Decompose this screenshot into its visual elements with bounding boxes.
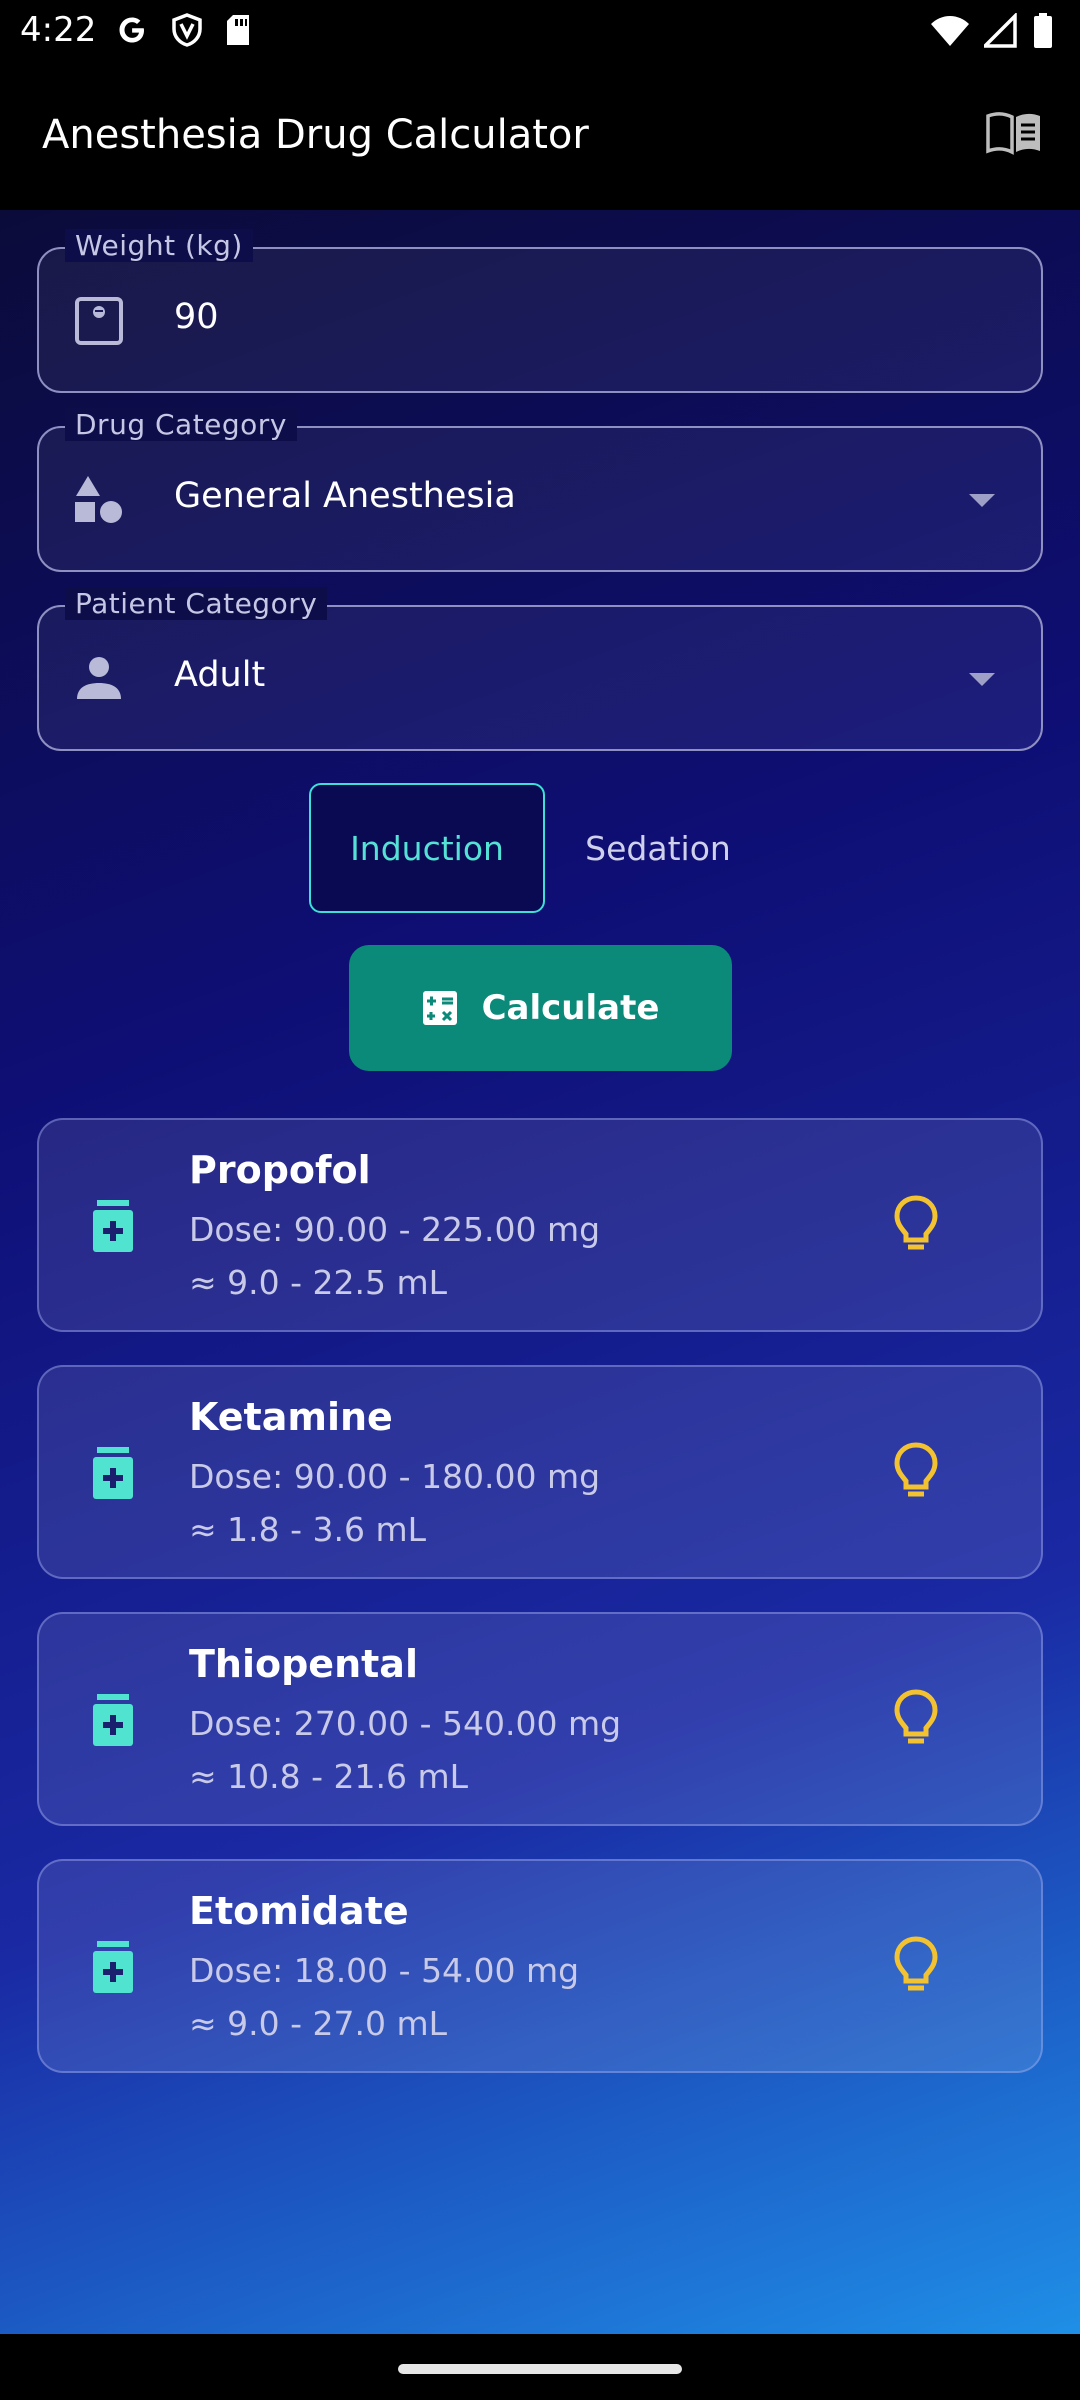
chevron-down-icon	[969, 673, 995, 686]
lightbulb-icon[interactable]	[892, 1688, 940, 1748]
tab-sedation[interactable]: Sedation	[560, 783, 756, 913]
medication-icon	[93, 1200, 133, 1252]
drug-name: Etomidate	[189, 1889, 409, 1933]
drug-volume: ≈ 9.0 - 22.5 mL	[189, 1263, 448, 1302]
drug-category-dropdown[interactable]: Drug Category General Anesthesia	[37, 408, 1043, 572]
calculate-icon	[422, 991, 457, 1025]
main-content: Weight (kg) 90 Drug Category General Ane…	[0, 210, 1080, 2334]
drug-name: Propofol	[189, 1148, 371, 1192]
lightbulb-icon[interactable]	[892, 1441, 940, 1501]
drug-volume: ≈ 10.8 - 21.6 mL	[189, 1757, 469, 1796]
drug-volume: ≈ 9.0 - 27.0 mL	[189, 2004, 448, 2043]
drug-dose: Dose: 90.00 - 225.00 mg	[189, 1210, 601, 1249]
weight-field-label: Weight (kg)	[65, 229, 253, 262]
drug-card-propofol[interactable]: Propofol Dose: 90.00 - 225.00 mg ≈ 9.0 -…	[37, 1118, 1043, 1332]
drug-card-ketamine[interactable]: Ketamine Dose: 90.00 - 180.00 mg ≈ 1.8 -…	[37, 1365, 1043, 1579]
patient-category-dropdown[interactable]: Patient Category Adult	[37, 587, 1043, 751]
lightbulb-icon[interactable]	[892, 1194, 940, 1254]
shield-icon	[172, 13, 202, 47]
drug-category-label: Drug Category	[65, 408, 297, 441]
calculate-button-label: Calculate	[481, 988, 660, 1028]
weight-value: 90	[174, 297, 219, 337]
chevron-down-icon	[969, 494, 995, 507]
medication-icon	[93, 1694, 133, 1746]
drug-dose: Dose: 18.00 - 54.00 mg	[189, 1951, 580, 1990]
drug-card-etomidate[interactable]: Etomidate Dose: 18.00 - 54.00 mg ≈ 9.0 -…	[37, 1859, 1043, 2073]
tab-induction[interactable]: Induction	[309, 783, 545, 913]
drug-volume: ≈ 1.8 - 3.6 mL	[189, 1510, 427, 1549]
status-left-icons	[114, 12, 252, 48]
drug-dose: Dose: 270.00 - 540.00 mg	[189, 1704, 622, 1743]
category-icon	[75, 476, 122, 523]
drug-category-value: General Anesthesia	[174, 476, 516, 516]
patient-category-label: Patient Category	[65, 587, 328, 620]
book-icon[interactable]	[984, 108, 1044, 158]
sd-card-icon	[227, 15, 249, 45]
app-bar: Anesthesia Drug Calculator	[0, 64, 1080, 210]
app-title: Anesthesia Drug Calculator	[42, 112, 589, 158]
home-gesture-handle[interactable]	[398, 2364, 682, 2374]
medication-icon	[93, 1941, 133, 1993]
navigation-bar	[0, 2334, 1080, 2400]
drug-name: Ketamine	[189, 1395, 393, 1439]
status-bar: 4:22	[0, 0, 1080, 64]
calculate-button[interactable]: Calculate	[349, 945, 732, 1071]
drug-card-thiopental[interactable]: Thiopental Dose: 270.00 - 540.00 mg ≈ 10…	[37, 1612, 1043, 1826]
drug-name: Thiopental	[189, 1642, 418, 1686]
lightbulb-icon[interactable]	[892, 1935, 940, 1995]
signal-icon	[984, 13, 1017, 48]
person-icon	[77, 657, 121, 699]
patient-category-value: Adult	[174, 655, 266, 695]
scale-icon	[75, 297, 123, 345]
status-time: 4:22	[20, 10, 97, 50]
weight-field[interactable]: Weight (kg) 90	[37, 229, 1043, 393]
status-right-icons	[930, 12, 1054, 50]
wifi-icon	[931, 16, 969, 46]
drug-dose: Dose: 90.00 - 180.00 mg	[189, 1457, 601, 1496]
battery-icon	[1034, 13, 1052, 48]
medication-icon	[93, 1447, 133, 1499]
google-icon	[119, 17, 144, 43]
